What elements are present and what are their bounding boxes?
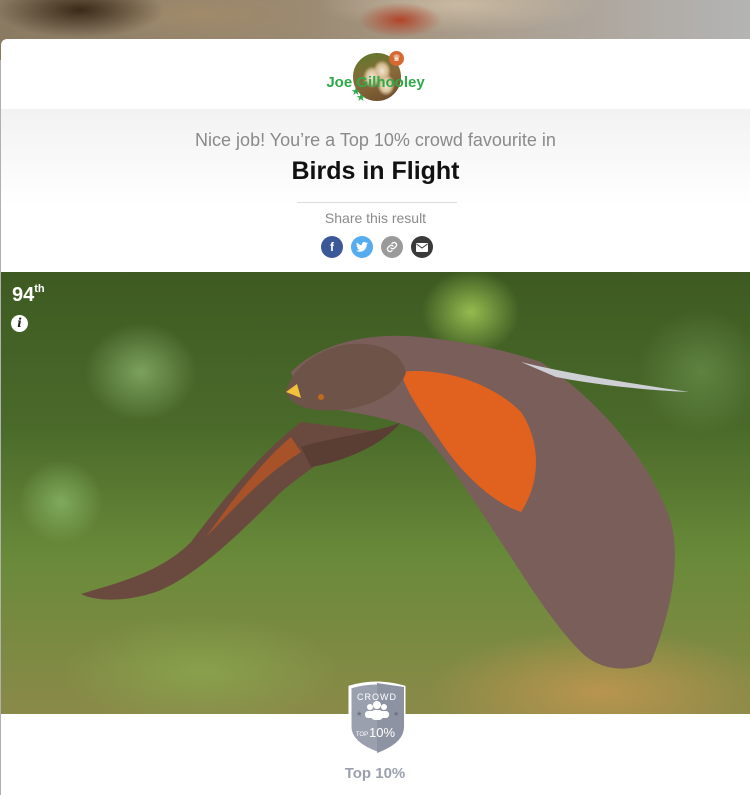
badge-small-text: TOP — [356, 732, 368, 738]
twitter-icon — [356, 242, 368, 252]
link-icon — [386, 241, 398, 253]
challenge-title[interactable]: Birds in Flight — [1, 157, 750, 186]
rank-percentile: 94th — [12, 283, 45, 307]
badge-top-text: CROWD — [357, 692, 397, 702]
facebook-icon: f — [330, 240, 334, 254]
share-label: Share this result — [324, 210, 427, 226]
badge-big-text: 10% — [369, 725, 395, 740]
result-page: ♛ ★ ★ Joe Gilhooley Nice job! You’re a T… — [0, 0, 750, 795]
crowd-top10-badge[interactable]: CROWD ★ ★ TOP 10% — [344, 681, 410, 755]
info-icon[interactable]: i — [11, 315, 28, 332]
result-headline: Nice job! You’re a Top 10% crowd favouri… — [195, 130, 556, 150]
star-right-icon: ★ — [393, 710, 399, 718]
copy-link-button[interactable] — [381, 236, 403, 258]
star-icon: ★ — [356, 92, 366, 104]
rank-suffix: th — [34, 283, 45, 295]
divider — [297, 202, 457, 203]
envelope-icon — [416, 242, 428, 252]
twitter-share-button[interactable] — [351, 236, 373, 258]
username-link[interactable]: Joe Gilhooley — [1, 74, 750, 91]
share-buttons: f — [321, 236, 433, 258]
crown-icon: ♛ — [389, 51, 404, 66]
star-left-icon: ★ — [356, 710, 362, 718]
submitted-photo[interactable]: 94th i — [1, 272, 750, 714]
badge-label: Top 10% — [344, 765, 406, 782]
result-summary: Nice job! You’re a Top 10% crowd favouri… — [1, 109, 750, 271]
hawk-illustration — [81, 335, 689, 669]
rank-number: 94 — [12, 284, 35, 306]
email-share-button[interactable] — [411, 236, 433, 258]
facebook-share-button[interactable]: f — [321, 236, 343, 258]
